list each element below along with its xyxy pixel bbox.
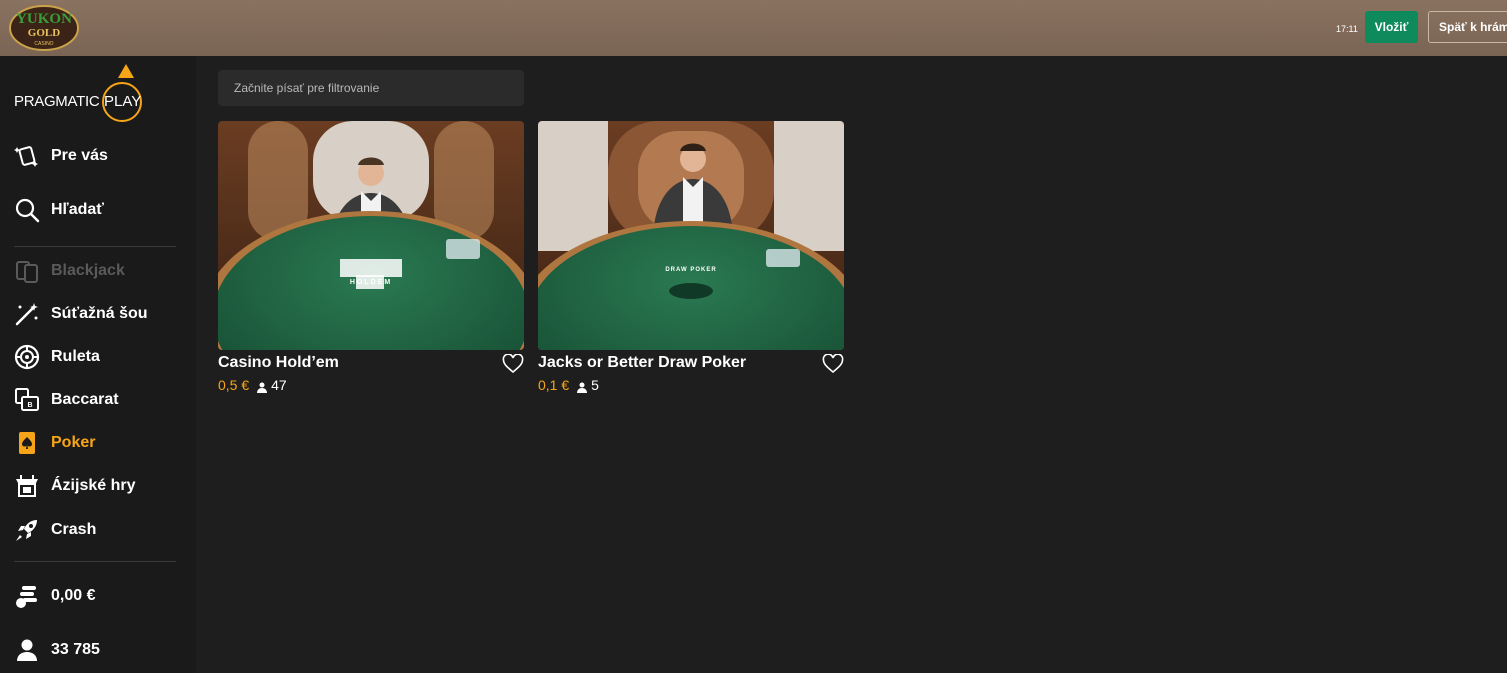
magic-wand-icon [14, 301, 40, 327]
balance-value: 0,00 € [51, 587, 96, 604]
provider-logo[interactable]: PRAGMATIC PLAY [14, 64, 154, 124]
game-meta: 0,1 € 5 [538, 377, 599, 393]
svg-text:B: B [27, 402, 32, 409]
sidebar-item-search[interactable]: Hľadať [14, 194, 184, 226]
svg-text:GOLD: GOLD [28, 27, 60, 39]
game-title[interactable]: Casino Hold’em [218, 354, 339, 372]
casino-logo[interactable]: YUKON GOLD CASINO [8, 3, 80, 53]
sidebar-item-label: Ázijské hry [51, 477, 136, 494]
roulette-wheel-icon [14, 344, 40, 370]
player-count: 47 [271, 377, 287, 393]
sidebar-item-label: Blackjack [51, 262, 125, 279]
sidebar-divider [14, 561, 176, 562]
sidebar-divider [14, 246, 176, 247]
sidebar-item-poker[interactable]: Poker [14, 427, 184, 459]
sidebar-item-label: Poker [51, 434, 96, 451]
online-players-count: 33 785 [51, 641, 100, 658]
sidebar-item-label: Hľadať [51, 201, 104, 218]
blackjack-cards-icon [14, 258, 40, 284]
sidebar-item-label: Pre vás [51, 147, 108, 164]
online-players: 33 785 [14, 634, 184, 666]
clock: 17:11 [1336, 24, 1358, 34]
svg-text:YUKON: YUKON [16, 11, 72, 27]
coins-stack-icon [14, 583, 40, 609]
game-title[interactable]: Jacks or Better Draw Poker [538, 354, 746, 372]
asian-games-icon [14, 473, 40, 499]
min-bet: 0,1 € [538, 377, 570, 393]
sidebar-item-label: Ruleta [51, 348, 100, 365]
sidebar-item-roulette[interactable]: Ruleta [14, 341, 184, 373]
back-to-games-button[interactable]: Späť k hrám [1428, 11, 1507, 43]
balance[interactable]: 0,00 € [14, 580, 184, 612]
game-thumbnail[interactable]: HOLDEM [218, 121, 524, 350]
svg-text:DRAW POKER: DRAW POKER [665, 267, 716, 273]
sidebar-item-label: Crash [51, 521, 97, 538]
search-icon [14, 197, 40, 223]
sidebar-item-for-you[interactable]: Pre vás [14, 140, 184, 172]
favorite-heart-icon[interactable] [822, 353, 844, 374]
player-icon [577, 380, 588, 393]
top-bar: YUKON GOLD CASINO 17:11 Vložiť Späť k hr… [0, 0, 1507, 56]
svg-text:CASINO: CASINO [34, 41, 53, 47]
sidebar-item-baccarat[interactable]: B Baccarat [14, 384, 184, 416]
sidebar-item-game-show[interactable]: Súťažná šou [14, 298, 184, 330]
sidebar-item-label: Súťažná šou [51, 305, 148, 322]
user-icon [14, 637, 40, 663]
deposit-button[interactable]: Vložiť [1365, 11, 1418, 43]
baccarat-icon: B [14, 387, 40, 413]
sidebar-item-asian-games[interactable]: Ázijské hry [14, 470, 184, 502]
min-bet: 0,5 € [218, 377, 250, 393]
game-meta: 0,5 € 47 [218, 377, 287, 393]
rocket-icon [14, 517, 40, 543]
player-count: 5 [591, 377, 599, 393]
game-card[interactable]: DRAW POKER Jacks or Better Draw Poker 0,… [538, 121, 844, 393]
game-thumbnail[interactable]: DRAW POKER [538, 121, 844, 350]
sidebar-item-blackjack[interactable]: Blackjack [14, 255, 184, 287]
filter-input[interactable] [218, 70, 524, 106]
sidebar: PRAGMATIC PLAY Pre vás Hľadať Blackjack … [0, 56, 196, 673]
crown-icon [118, 64, 134, 78]
sidebar-item-label: Baccarat [51, 391, 119, 408]
provider-logo-right: PLAY [104, 93, 142, 110]
game-card[interactable]: HOLDEM Casino Hold’em 0,5 € 47 [218, 121, 524, 393]
favorite-heart-icon[interactable] [502, 353, 524, 374]
player-icon [257, 380, 268, 393]
provider-logo-left: PRAGMATIC [14, 93, 100, 110]
poker-card-icon [14, 430, 40, 456]
sidebar-item-crash[interactable]: Crash [14, 514, 184, 546]
sparkle-cards-icon [14, 143, 40, 169]
